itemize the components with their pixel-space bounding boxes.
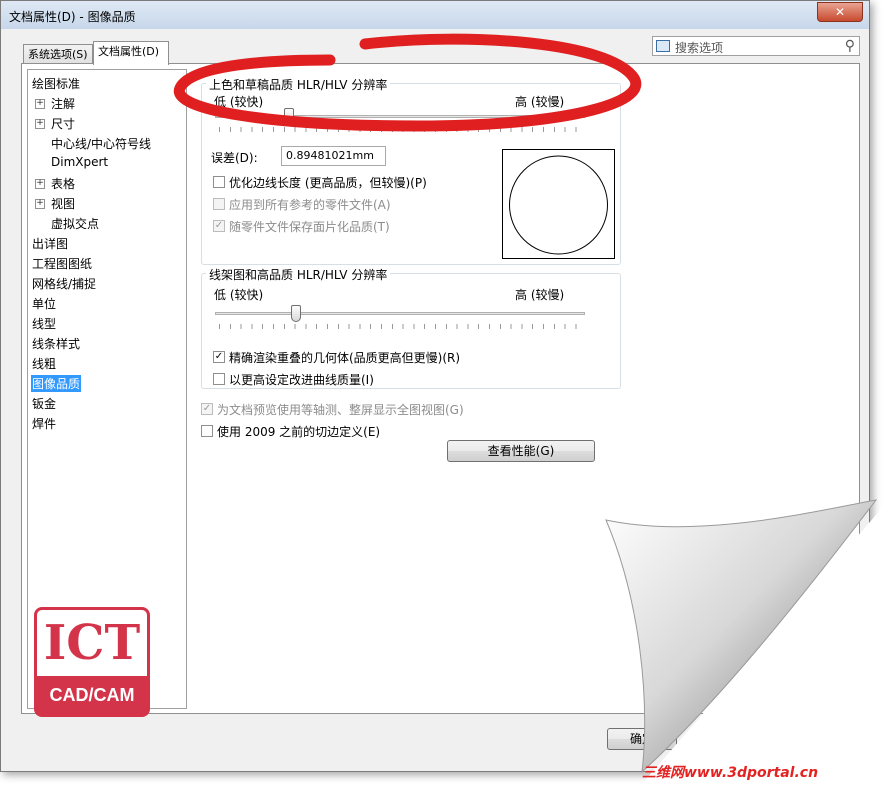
watermark-text: 三维网www.3dportal.cn	[642, 765, 819, 781]
ict-logo-top: ICT	[43, 615, 141, 671]
ict-logo: ICT CAD/CAM	[34, 607, 150, 717]
ict-logo-bottom: CAD/CAM	[37, 676, 147, 714]
tab-document-properties[interactable]: 文档属性(D)	[93, 41, 169, 65]
tab-document-properties-label: 文档属性(D)	[98, 45, 160, 58]
